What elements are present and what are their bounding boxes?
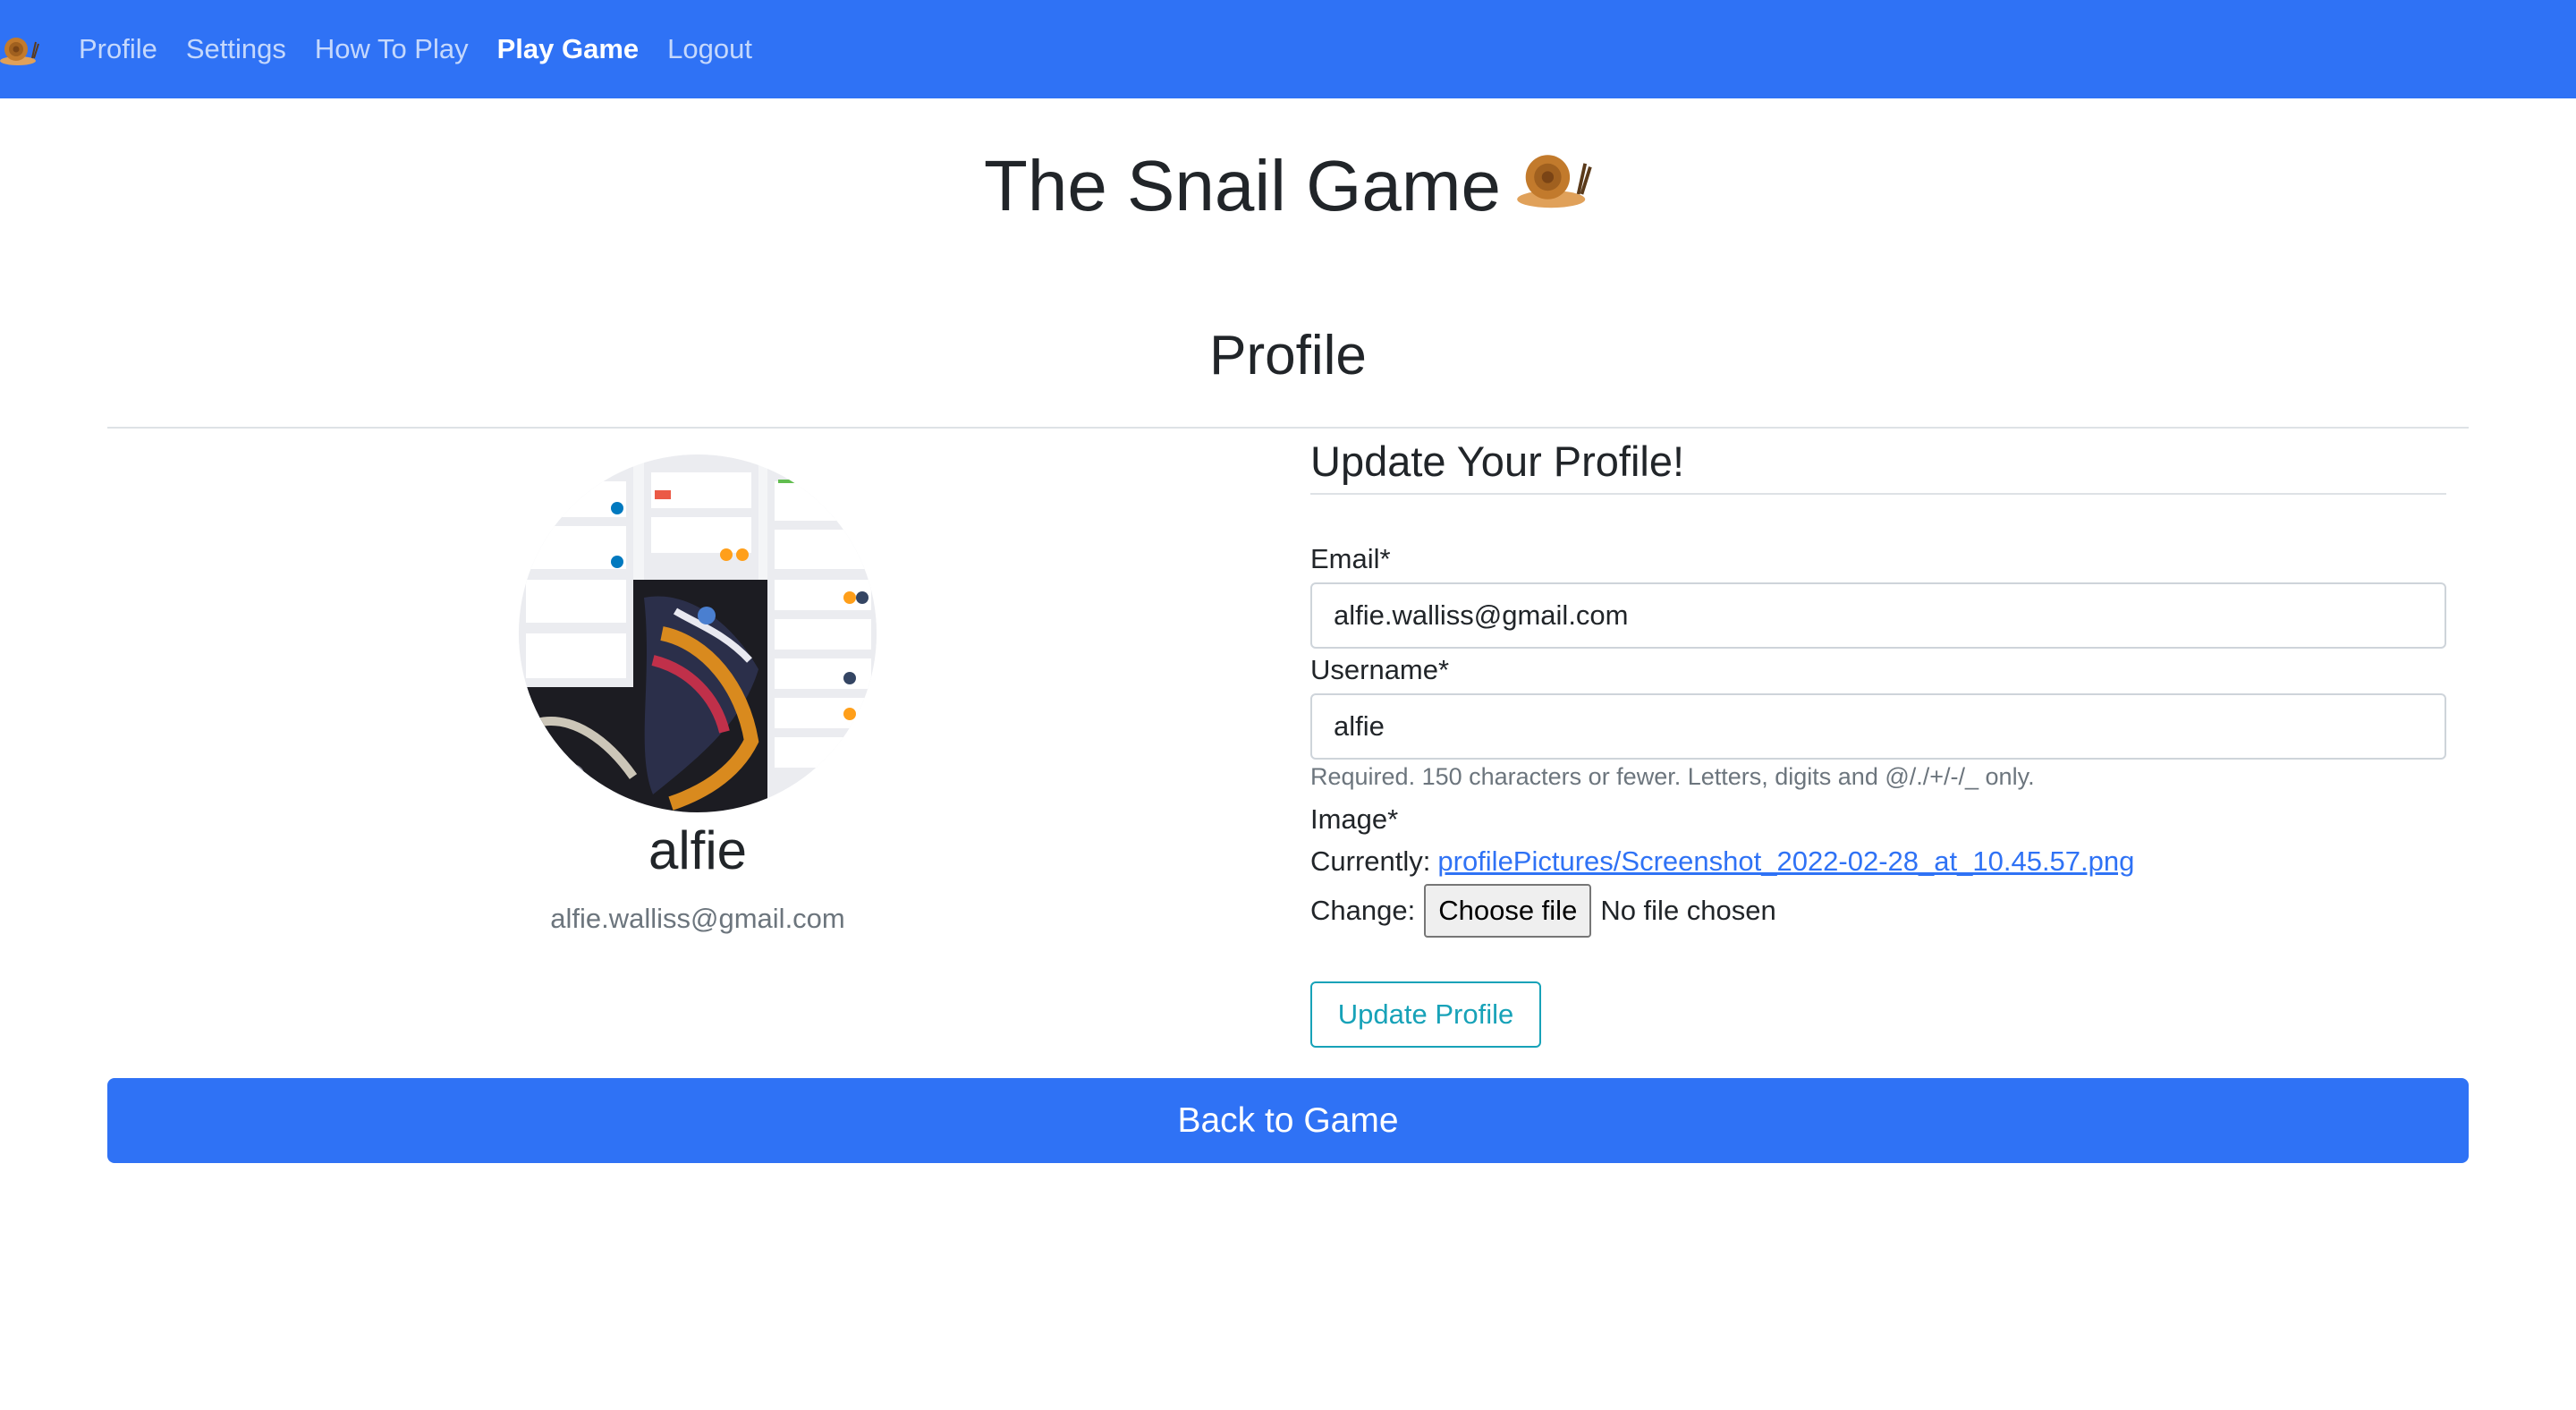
update-profile-button[interactable]: Update Profile	[1310, 981, 1541, 1048]
nav-profile[interactable]: Profile	[79, 33, 157, 65]
current-image-link[interactable]: profilePictures/Screenshot_2022-02-28_at…	[1437, 845, 2134, 878]
snail-icon[interactable]	[0, 30, 39, 69]
nav-settings[interactable]: Settings	[186, 33, 286, 65]
avatar	[519, 454, 877, 812]
username-label: Username*	[1310, 654, 1450, 685]
snail-icon	[1517, 143, 1592, 228]
email-label: Email*	[1310, 543, 1391, 574]
nav-logout[interactable]: Logout	[667, 33, 752, 65]
no-file-chosen-text: No file chosen	[1600, 895, 1776, 926]
change-label: Change:	[1310, 895, 1416, 926]
username-help-text: Required. 150 characters or fewer. Lette…	[1310, 763, 2035, 790]
current-image-row: Currently: profilePictures/Screenshot_20…	[1310, 845, 2134, 878]
back-to-game-button[interactable]: Back to Game	[107, 1078, 2469, 1163]
form-divider	[1310, 493, 2446, 495]
form-title: Update Your Profile!	[1310, 437, 1685, 485]
nav-play-game[interactable]: Play Game	[497, 33, 640, 65]
username-display: alfie	[648, 820, 748, 880]
navbar: Profile Settings How To Play Play Game L…	[0, 0, 2576, 98]
nav-how-to-play[interactable]: How To Play	[315, 33, 469, 65]
choose-file-button[interactable]: Choose file	[1424, 884, 1592, 938]
image-label: Image*	[1310, 803, 1399, 835]
divider	[107, 427, 2469, 429]
site-title-text: The Snail Game	[983, 145, 1502, 225]
page-title: Profile	[1209, 325, 1367, 386]
site-title: The Snail Game	[0, 143, 2576, 228]
email-field[interactable]	[1310, 582, 2446, 649]
user-email-display: alfie.walliss@gmail.com	[550, 903, 845, 934]
currently-label: Currently:	[1310, 845, 1431, 877]
username-field[interactable]	[1310, 693, 2446, 760]
change-image-row: Change: Choose file No file chosen	[1310, 884, 1776, 938]
